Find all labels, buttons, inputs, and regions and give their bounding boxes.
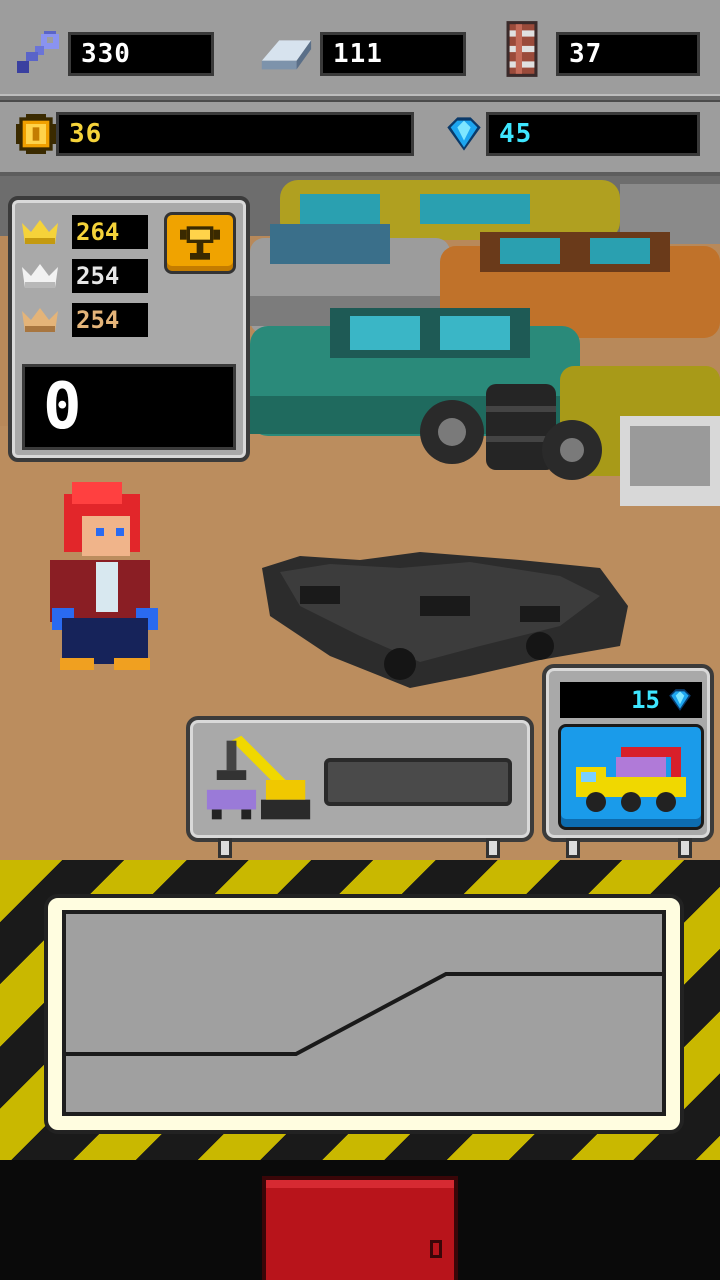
stats-graph-line xyxy=(66,972,662,1056)
wrench-counter: 330 xyxy=(68,32,214,76)
gem-counter: 45 xyxy=(486,112,700,156)
metal-bar-icon xyxy=(261,40,312,70)
resource-bar: 330 111 37 36 45 xyxy=(0,0,720,176)
tow-panel-leg xyxy=(566,838,580,858)
crusher-panel-leg xyxy=(218,838,232,858)
metal-counter: 111 xyxy=(320,32,466,76)
bottom-area xyxy=(0,1160,720,1280)
tow-price-value: 15 xyxy=(631,686,660,714)
tow-truck-button[interactable] xyxy=(558,724,704,830)
tow-truck-panel: 15 xyxy=(542,664,714,842)
coin-icon xyxy=(16,114,56,154)
crusher-panel-leg xyxy=(486,838,500,858)
junkyard-scene: 264 254 254 0 15 xyxy=(0,176,720,860)
gold-rank-value: 264 xyxy=(72,215,148,249)
stats-graph-frame xyxy=(44,894,684,1134)
gold-crown-icon xyxy=(22,220,58,244)
leaderboard-panel: 264 254 254 0 xyxy=(8,196,250,462)
tow-panel-leg xyxy=(678,838,692,858)
wrench-icon xyxy=(17,31,59,73)
gold-rank-row: 264 xyxy=(22,214,148,250)
tow-price: 15 xyxy=(560,682,702,718)
row-divider xyxy=(0,94,720,102)
diamond-icon xyxy=(447,117,481,151)
button-grip xyxy=(430,1240,442,1258)
current-score: 0 xyxy=(22,364,236,450)
bronze-rank-row: 254 xyxy=(22,302,148,338)
bronze-crown-icon xyxy=(22,308,58,332)
coin-counter: 36 xyxy=(56,112,414,156)
crusher-panel[interactable] xyxy=(186,716,534,842)
diamond-icon xyxy=(669,689,691,711)
tow-truck-icon xyxy=(576,747,686,812)
silver-rank-value: 254 xyxy=(72,259,148,293)
crusher-progress-bar xyxy=(324,758,512,806)
silver-crown-icon xyxy=(22,264,58,288)
crane-crusher-icon xyxy=(206,735,311,820)
bronze-rank-value: 254 xyxy=(72,303,148,337)
crush-action-button[interactable] xyxy=(262,1176,458,1280)
silver-rank-row: 254 xyxy=(22,258,148,294)
trophy-button[interactable] xyxy=(164,212,236,274)
barrel-counter: 37 xyxy=(556,32,700,76)
barrel-icon xyxy=(506,21,538,77)
stats-graph xyxy=(62,910,666,1116)
trophy-icon xyxy=(180,226,220,260)
